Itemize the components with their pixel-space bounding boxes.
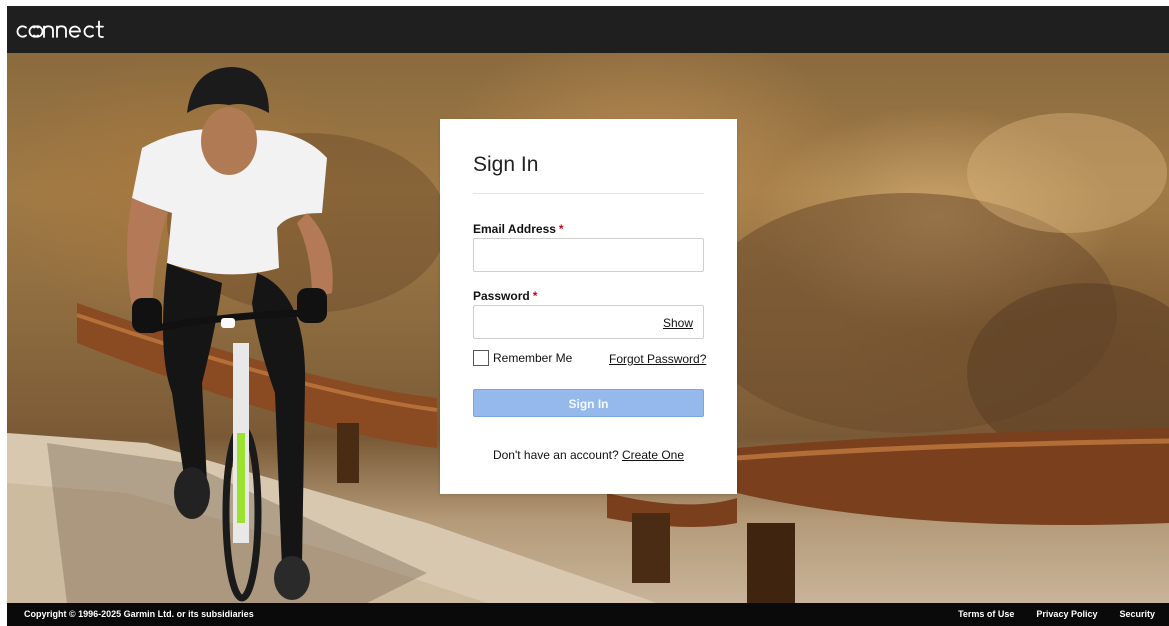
remember-me-label[interactable]: Remember Me — [493, 351, 572, 365]
copyright-text: Copyright © 1996-2025 Garmin Ltd. or its… — [24, 609, 254, 619]
email-label-text: Email Address — [473, 222, 556, 236]
password-label-text: Password — [473, 289, 530, 303]
password-required-mark: * — [532, 289, 538, 303]
remember-me-control[interactable]: Remember Me — [473, 350, 572, 366]
terms-of-use-link[interactable]: Terms of Use — [958, 609, 1014, 619]
remember-me-checkbox[interactable] — [473, 350, 489, 366]
sign-in-button[interactable]: Sign In — [473, 389, 704, 417]
no-account-text: Don't have an account? — [492, 448, 619, 462]
sign-in-card: Sign In Email Address * Password * Show Re… — [440, 119, 737, 494]
privacy-policy-link[interactable]: Privacy Policy — [1036, 609, 1097, 619]
top-header: connect — [7, 6, 1169, 53]
email-label: Email Address * — [473, 222, 564, 236]
show-password-button[interactable]: Show — [663, 316, 693, 330]
security-link[interactable]: Security — [1119, 609, 1155, 619]
connect-logo-icon — [16, 20, 104, 38]
password-label: Password * — [473, 289, 537, 303]
email-input[interactable] — [473, 238, 704, 272]
email-required-mark: * — [558, 222, 564, 236]
forgot-password-link[interactable]: Forgot Password? — [609, 352, 706, 366]
sign-in-title: Sign In — [473, 153, 539, 176]
title-divider — [473, 193, 704, 194]
footer-links: Terms of Use Privacy Policy Security — [958, 609, 1155, 619]
page-footer: Copyright © 1996-2025 Garmin Ltd. or its… — [7, 603, 1169, 626]
password-input[interactable]: Show — [473, 305, 704, 339]
connect-logo[interactable]: connect — [7, 14, 127, 44]
create-account-link[interactable]: Create One — [622, 448, 684, 462]
create-account-row: Don't have an account? Create One — [440, 448, 737, 462]
page-frame: connect — [7, 6, 1169, 626]
